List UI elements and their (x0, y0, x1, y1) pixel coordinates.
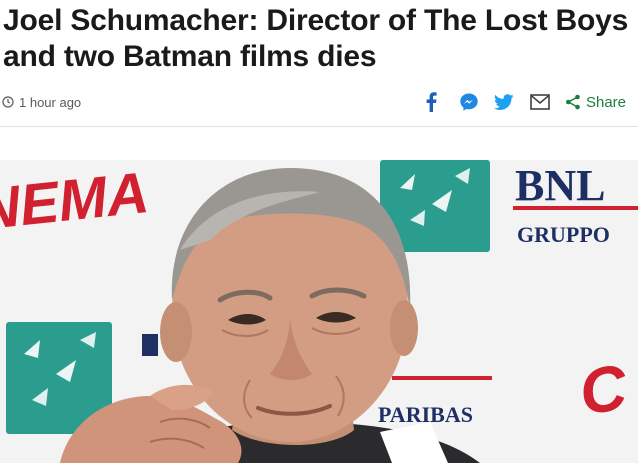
twitter-icon[interactable] (493, 91, 515, 113)
backdrop-sponsor-text: BNL (515, 161, 605, 210)
share-icon (565, 94, 580, 110)
divider (0, 126, 638, 127)
clock-icon (2, 96, 14, 108)
article-meta-bar: 1 hour ago Share (0, 86, 638, 118)
messenger-icon[interactable] (458, 91, 480, 113)
share-button[interactable]: Share (565, 94, 626, 111)
share-tools: Share (420, 90, 626, 114)
email-icon[interactable] (529, 91, 551, 113)
article-timestamp: 1 hour ago (2, 94, 81, 110)
timestamp-label: 1 hour ago (19, 94, 82, 110)
portrait-photo: NEMA BNL GRUPPO PARIBAS C (0, 160, 638, 463)
share-label: Share (585, 93, 626, 111)
hero-image: NEMA BNL GRUPPO PARIBAS C (0, 160, 638, 463)
article-headline: Joel Schumacher: Director of The Lost Bo… (3, 4, 629, 73)
facebook-icon[interactable] (420, 91, 442, 113)
backdrop-sponsor-group: GRUPPO (517, 222, 610, 247)
